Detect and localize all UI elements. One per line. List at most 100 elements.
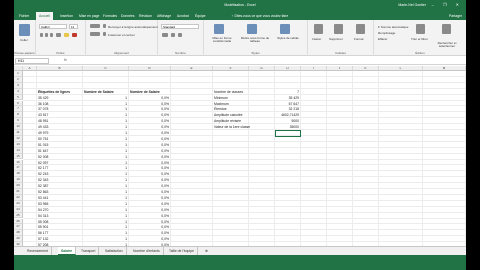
sort-filter-icon[interactable] <box>416 24 425 34</box>
stat-value[interactable]: 67 647 <box>276 102 299 106</box>
pivot-value[interactable]: 1 <box>84 172 127 176</box>
pivot-row-label[interactable]: 52 243 <box>38 172 81 176</box>
pivot-value[interactable]: 0,0% <box>130 208 169 212</box>
pivot-value[interactable]: 0,0% <box>130 143 169 147</box>
pivot-header[interactable]: Étiquettes de lignes <box>38 90 82 94</box>
pivot-value[interactable]: 0,0% <box>130 113 169 117</box>
find-select-icon[interactable] <box>442 24 451 34</box>
pivot-value[interactable]: 1 <box>84 237 127 241</box>
pivot-header[interactable]: Nombre de Salaire <box>84 90 128 94</box>
align-left-icon[interactable] <box>90 32 100 36</box>
pivot-value[interactable]: 1 <box>84 208 127 212</box>
column-header-e[interactable]: E <box>171 66 213 71</box>
pivot-value[interactable]: 1 <box>84 113 127 117</box>
column-header-k[interactable]: K <box>353 66 379 71</box>
pivot-row-label[interactable]: 52 008 <box>38 155 81 159</box>
pivot-value[interactable]: 0,0% <box>130 231 169 235</box>
tab-insertion[interactable]: Insertion <box>57 12 76 20</box>
column-header-a[interactable]: A <box>23 66 37 71</box>
pivot-value[interactable]: 0,0% <box>130 137 169 141</box>
italic-icon[interactable] <box>45 33 48 37</box>
pivot-value[interactable]: 1 <box>84 184 127 188</box>
pivot-row-label[interactable]: 55 901 <box>38 225 81 229</box>
clear-button[interactable]: Effacer <box>378 37 387 41</box>
column-header-c[interactable]: C <box>83 66 129 71</box>
tab-revision[interactable]: Révision <box>136 12 155 20</box>
pivot-value[interactable]: 1 <box>84 149 127 153</box>
pivot-value[interactable]: 1 <box>84 196 127 200</box>
pivot-value[interactable]: 0,0% <box>130 184 169 188</box>
font-size-select[interactable]: 11 <box>69 24 78 29</box>
align-top-icon[interactable] <box>90 24 100 28</box>
paste-icon[interactable] <box>19 24 30 36</box>
pivot-value[interactable]: 0,0% <box>130 172 169 176</box>
fx-icon[interactable]: fx <box>64 58 67 62</box>
tab-accueil[interactable]: Accueil <box>36 12 53 20</box>
sheet-tab-transport[interactable]: Transport <box>78 247 100 255</box>
pivot-row-label[interactable]: 48 951 <box>38 119 81 123</box>
stat-value[interactable]: 35000 <box>276 125 299 129</box>
stat-label[interactable]: Amplitude calculée <box>214 113 242 117</box>
pivot-value[interactable]: 1 <box>84 161 127 165</box>
pivot-row-label[interactable]: 52 863 <box>38 190 81 194</box>
pivot-value[interactable]: 1 <box>84 96 127 100</box>
pivot-row-label[interactable]: 50 751 <box>38 137 81 141</box>
format-as-table-icon[interactable] <box>247 24 257 34</box>
column-header-l[interactable]: L <box>379 66 423 71</box>
fill-color-icon[interactable] <box>64 33 69 37</box>
stat-label[interactable]: Étendue <box>214 107 227 111</box>
share-button[interactable]: Partager <box>449 14 462 18</box>
find-select-button[interactable]: Rechercher et sélectionner <box>430 41 464 49</box>
pivot-value[interactable]: 1 <box>84 131 127 135</box>
delete-cells-icon[interactable] <box>334 24 343 34</box>
font-color-icon[interactable] <box>72 33 77 37</box>
pivot-value[interactable]: 1 <box>84 225 127 229</box>
stat-value[interactable]: 7 <box>276 90 299 94</box>
insert-cells-icon[interactable] <box>314 24 323 34</box>
stat-label[interactable]: Maximum <box>214 102 229 106</box>
sheet-tab-recensement[interactable]: Recensement <box>24 247 52 255</box>
merge-icon[interactable] <box>103 32 106 36</box>
pivot-value[interactable]: 1 <box>84 102 127 106</box>
autosum-button[interactable]: Σ Somme automatique <box>378 25 408 29</box>
pivot-value[interactable]: 1 <box>84 190 127 194</box>
stat-label[interactable]: Minimum <box>214 96 228 100</box>
window-controls[interactable]: – ❐ ✕ <box>432 2 463 7</box>
pivot-value[interactable]: 1 <box>84 202 127 206</box>
pivot-value[interactable]: 0,0% <box>130 214 169 218</box>
tab-equipe[interactable]: Équipe <box>192 12 209 20</box>
pivot-value[interactable]: 1 <box>84 155 127 159</box>
pivot-value[interactable]: 0,0% <box>130 220 169 224</box>
cell-styles-icon[interactable] <box>280 24 290 34</box>
delete-button[interactable]: Supprimer <box>329 37 343 41</box>
column-header-j[interactable]: J <box>327 66 353 71</box>
format-button[interactable]: Format <box>354 37 364 41</box>
sheet-tab-nombre-enfants[interactable]: Nombre d'enfants <box>130 247 164 255</box>
pivot-value[interactable]: 1 <box>84 107 127 111</box>
pivot-header[interactable]: Nombre de Salaire <box>130 90 170 94</box>
format-as-table-button[interactable]: Mettre sous forme de tableau <box>240 36 270 44</box>
pivot-value[interactable]: 0,0% <box>130 96 169 100</box>
pivot-value[interactable]: 0,0% <box>130 155 169 159</box>
sort-filter-button[interactable]: Trier et filtrer <box>411 37 428 41</box>
conditional-format-icon[interactable] <box>214 24 224 34</box>
selected-cell[interactable] <box>275 130 301 137</box>
percent-icon[interactable] <box>171 33 175 37</box>
font-name-select[interactable]: Calibri <box>39 24 67 29</box>
cell-styles-button[interactable]: Styles de cellule <box>273 36 303 40</box>
pivot-value[interactable]: 0,0% <box>130 178 169 182</box>
pivot-value[interactable]: 0,0% <box>130 202 169 206</box>
pivot-value[interactable]: 0,0% <box>130 131 169 135</box>
pivot-row-label[interactable]: 52 177 <box>38 166 81 170</box>
pivot-row-label[interactable]: 52 387 <box>38 184 81 188</box>
bold-icon[interactable] <box>40 33 43 37</box>
pivot-value[interactable]: 1 <box>84 231 127 235</box>
user-name[interactable]: Marie-Nel Gontier <box>398 3 426 7</box>
column-header-b[interactable]: B <box>37 66 83 71</box>
pivot-value[interactable]: 0,0% <box>130 225 169 229</box>
pivot-row-label[interactable]: 43 517 <box>38 113 81 117</box>
pivot-value[interactable]: 0,0% <box>130 196 169 200</box>
pivot-value[interactable]: 1 <box>84 220 127 224</box>
pivot-value[interactable]: 0,0% <box>130 107 169 111</box>
underline-icon[interactable] <box>50 33 53 37</box>
